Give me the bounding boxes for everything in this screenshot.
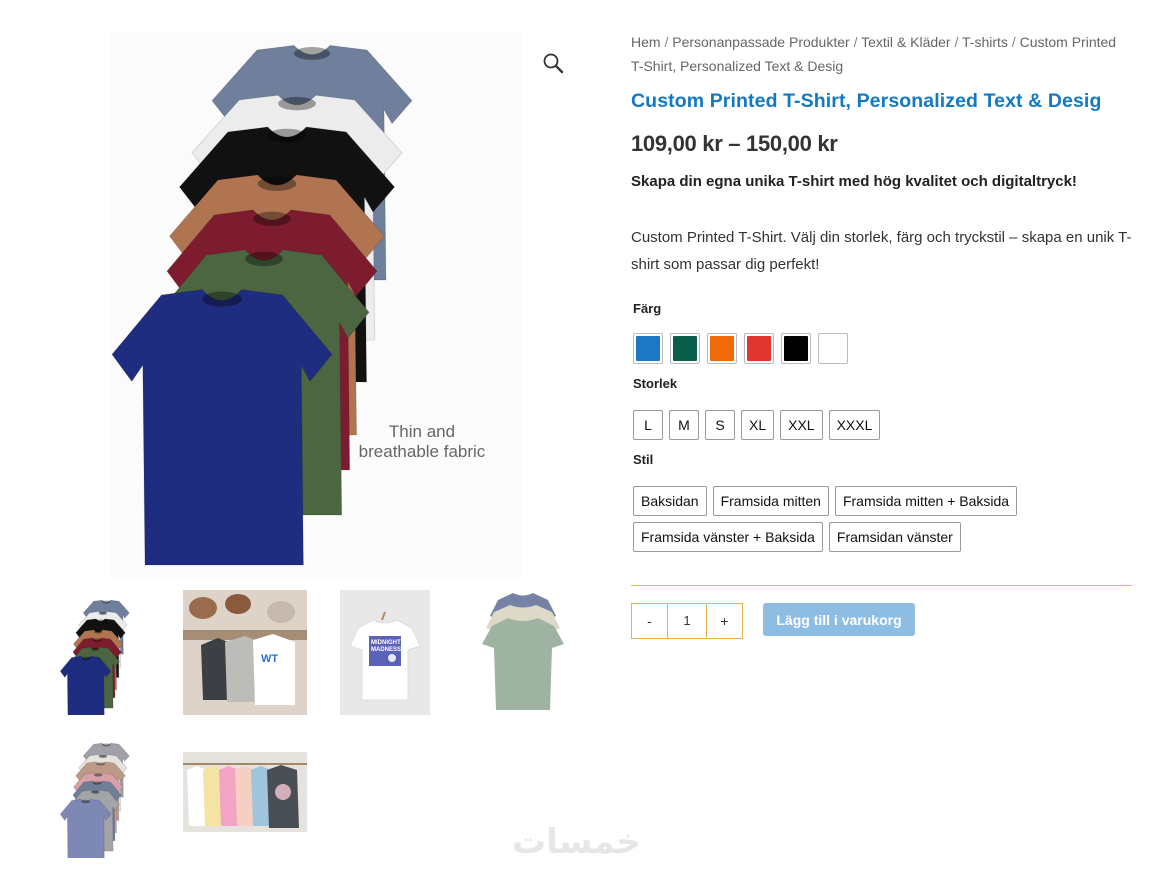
size-option-xxxl[interactable]: XXXL [828,410,881,440]
thumb5-shirt-6 [59,798,112,858]
image-caption-line1: Thin and [388,422,456,441]
thumbnail-4[interactable] [478,590,568,715]
watermark-logo: خمسات [512,822,641,862]
divider [631,585,1132,586]
style-label: Stil [633,452,654,467]
size-option-s[interactable]: S [705,410,735,440]
shirt-6 [59,655,112,715]
style-option-framsida-vänster-baksida[interactable]: Framsida vänster + Baksida [633,522,823,552]
breadcrumb-separator: / [954,34,959,50]
thumbnail-6[interactable] [183,752,307,832]
breadcrumb-textile-clothes[interactable]: Textil & Kläder [861,34,950,50]
product-tagline: Skapa din egna unika T-shirt med hög kva… [631,173,1077,190]
zoom-icon[interactable] [540,50,566,76]
swatch-green[interactable] [670,333,700,364]
breadcrumb-home[interactable]: Hem [631,34,661,50]
breadcrumb: Hem / Personanpassade Produkter / Textil… [631,30,1131,78]
swatch-orange[interactable] [707,333,737,364]
size-option-m[interactable]: M [669,410,699,440]
quantity-increase-button[interactable]: + [706,603,743,639]
breadcrumb-tshirts[interactable]: T-shirts [962,34,1008,50]
thumbnail-3[interactable]: MIDNIGHT MADNESS [340,590,430,715]
breadcrumb-separator: / [664,34,669,50]
breadcrumb-separator: / [853,34,858,50]
shirt-6 [111,289,333,566]
product-price: 109,00 kr – 150,00 kr [631,131,838,156]
product-title: Custom Printed T-Shirt, Personalized Tex… [631,90,1102,112]
size-option-xl[interactable]: XL [741,410,775,440]
style-option-framsida-mitten-baksida[interactable]: Framsida mitten + Baksida [834,486,1018,516]
size-options: L M S XL XXL XXXL [633,410,1113,440]
thumbnail-1[interactable] [58,590,158,715]
style-options: Baksidan Framsida mitten Framsida mitten +… [633,486,1033,552]
thumbnail-2[interactable]: WT [183,590,307,715]
swatch-black[interactable] [781,333,811,364]
add-to-cart-button[interactable]: Lägg till i varukorg [763,603,915,636]
swatch-white[interactable] [818,333,848,364]
thumb-print-line2: MADNESS [371,647,401,653]
tshirt-stack-image [111,44,413,566]
size-label: Storlek [633,376,678,391]
svg-text:WT: WT [261,653,278,665]
style-option-framsida-mitten[interactable]: Framsida mitten [712,486,829,516]
quantity-decrease-button[interactable]: - [631,603,668,639]
quantity-stepper: - 1 + [631,603,743,639]
breadcrumb-personalized-products[interactable]: Personanpassade Produkter [672,34,849,50]
size-option-l[interactable]: L [633,410,663,440]
product-description: Custom Printed T-Shirt. Välj din storlek… [631,229,1132,273]
thumbnail-5[interactable] [58,733,158,858]
size-option-xxl[interactable]: XXL [780,410,823,440]
color-swatches [633,333,848,364]
swatch-red[interactable] [744,333,774,364]
main-product-image[interactable]: Thin and breathable fabric [110,32,522,577]
swatch-blue[interactable] [633,333,663,364]
quantity-input[interactable]: 1 [668,603,706,639]
image-caption-line2: breathable fabric [358,442,486,461]
thumb-print-line1: MIDNIGHT [371,640,401,646]
style-option-framsidan-vänster[interactable]: Framsidan vänster [828,522,961,552]
breadcrumb-separator: / [1011,34,1016,50]
style-option-baksidan[interactable]: Baksidan [633,486,707,516]
color-label: Färg [633,301,662,316]
